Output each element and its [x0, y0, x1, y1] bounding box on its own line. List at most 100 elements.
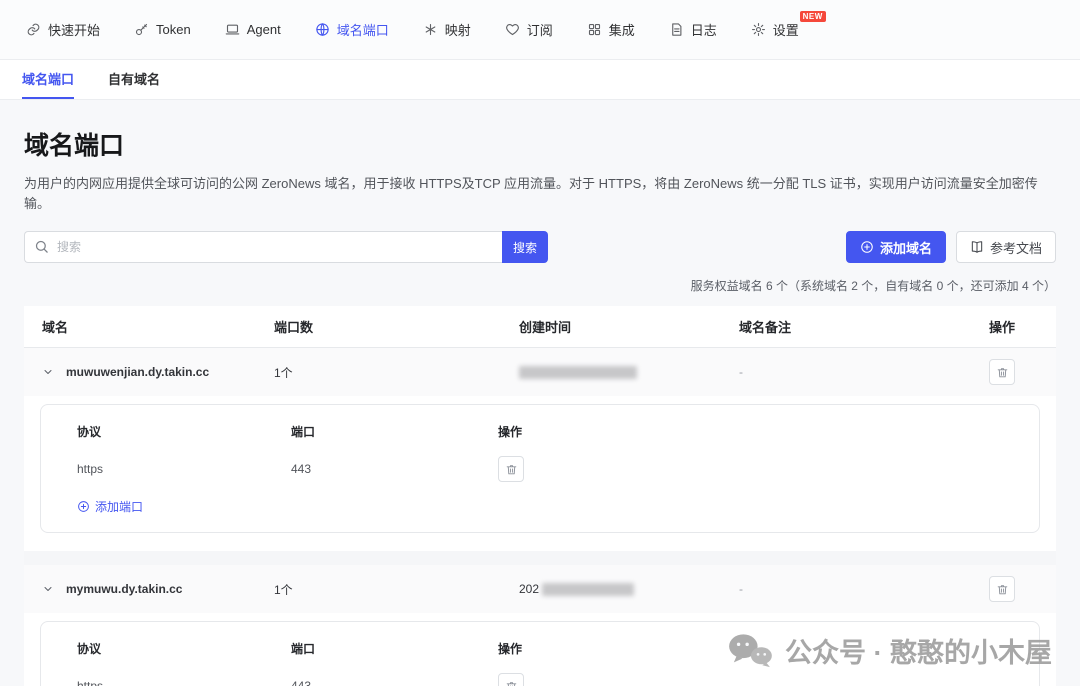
created-time: 202 — [519, 582, 739, 596]
reference-docs-label: 参考文档 — [990, 238, 1042, 257]
add-domain-button[interactable]: 添加域名 — [846, 231, 946, 263]
nav-item-mapping[interactable]: 映射 — [423, 20, 471, 39]
sub-table-row: https 443 — [41, 456, 1039, 482]
mapping-icon — [423, 22, 438, 37]
nav-item-integration[interactable]: 集成 — [587, 20, 635, 39]
nav-label: 设置 — [773, 20, 799, 39]
trash-icon — [505, 680, 518, 686]
nav-item-agent[interactable]: Agent — [225, 22, 281, 37]
nav-item-settings[interactable]: 设置 NEW — [751, 20, 799, 39]
created-time — [519, 365, 739, 379]
nav-label: 快速开始 — [48, 20, 100, 39]
protocol-value: https — [41, 679, 291, 686]
section-divider — [24, 551, 1056, 565]
domain-name: mymuwu.dy.takin.cc — [66, 582, 182, 596]
chevron-down-icon[interactable] — [42, 583, 54, 595]
search-icon — [34, 239, 49, 254]
tab-own-domains[interactable]: 自有域名 — [108, 60, 160, 99]
port-count: 1个 — [274, 581, 519, 598]
sub-tab-bar: 域名端口 自有域名 — [0, 60, 1080, 100]
delete-port-button[interactable] — [498, 673, 524, 686]
port-value: 443 — [291, 462, 498, 476]
search-button[interactable]: 搜索 — [502, 231, 548, 263]
grid-icon — [587, 22, 602, 37]
nav-label: 日志 — [691, 20, 717, 39]
nav-item-quickstart[interactable]: 快速开始 — [26, 20, 100, 39]
chevron-down-icon[interactable] — [42, 366, 54, 378]
page-title: 域名端口 — [24, 126, 1056, 162]
quota-summary: 服务权益域名 6 个（系统域名 2 个，自有域名 0 个，还可添加 4 个） — [24, 277, 1056, 294]
app-window: 快速开始 Token Agent 域名端口 映射 订阅 集成 日志 — [0, 0, 1080, 686]
expanded-detail: 协议 端口 操作 https 443 添加端口 — [24, 613, 1056, 686]
delete-domain-button[interactable] — [989, 359, 1015, 385]
protocol-value: https — [41, 462, 291, 476]
add-domain-label: 添加域名 — [880, 238, 932, 257]
redacted-date — [542, 583, 634, 596]
plus-circle-icon — [860, 240, 874, 254]
header-created: 创建时间 — [519, 317, 739, 336]
nav-item-logs[interactable]: 日志 — [669, 20, 717, 39]
nav-label: 订阅 — [527, 20, 553, 39]
sub-header-actions: 操作 — [498, 640, 1039, 657]
reference-docs-button[interactable]: 参考文档 — [956, 231, 1056, 263]
table-row: mymuwu.dy.takin.cc 1个 202 - — [24, 565, 1056, 613]
header-port-count: 端口数 — [274, 317, 519, 336]
domain-note: - — [739, 582, 989, 596]
book-icon — [970, 240, 984, 254]
sub-header-port: 端口 — [291, 640, 498, 657]
gear-icon — [751, 22, 766, 37]
sub-table-header: 协议 端口 操作 — [41, 640, 1039, 657]
key-icon — [134, 22, 149, 37]
sub-table-row: https 443 — [41, 673, 1039, 686]
table-header-row: 域名 端口数 创建时间 域名备注 操作 — [24, 306, 1056, 348]
search-group: 搜索 — [24, 231, 548, 263]
port-value: 443 — [291, 679, 498, 686]
domain-table: 域名 端口数 创建时间 域名备注 操作 muwuwenjian.dy.takin… — [24, 306, 1056, 686]
sub-header-protocol: 协议 — [41, 640, 291, 657]
table-row: muwuwenjian.dy.takin.cc 1个 - — [24, 348, 1056, 396]
sub-header-protocol: 协议 — [41, 423, 291, 440]
sub-header-actions: 操作 — [498, 423, 1039, 440]
link-icon — [26, 22, 41, 37]
nav-label: 集成 — [609, 20, 635, 39]
nav-label: Agent — [247, 22, 281, 37]
trash-icon — [505, 463, 518, 476]
globe-icon — [315, 22, 330, 37]
delete-domain-button[interactable] — [989, 576, 1015, 602]
nav-label: 域名端口 — [337, 20, 389, 39]
delete-port-button[interactable] — [498, 456, 524, 482]
port-detail-card: 协议 端口 操作 https 443 添加端口 — [40, 621, 1040, 686]
sub-header-port: 端口 — [291, 423, 498, 440]
port-count: 1个 — [274, 364, 519, 381]
plus-circle-icon — [77, 500, 90, 513]
toolbar: 搜索 添加域名 参考文档 — [24, 231, 1056, 263]
trash-icon — [996, 366, 1009, 379]
nav-item-subscription[interactable]: 订阅 — [505, 20, 553, 39]
tab-domain-ports[interactable]: 域名端口 — [22, 60, 74, 99]
expanded-detail: 协议 端口 操作 https 443 添加端口 — [24, 396, 1056, 551]
nav-item-token[interactable]: Token — [134, 22, 191, 37]
header-note: 域名备注 — [739, 317, 989, 336]
nav-item-domain-ports[interactable]: 域名端口 — [315, 20, 389, 39]
main-content: 域名端口 为用户的内网应用提供全球可访问的公网 ZeroNews 域名，用于接收… — [0, 100, 1080, 686]
add-port-label: 添加端口 — [95, 498, 143, 515]
redacted-date — [519, 366, 637, 379]
file-icon — [669, 22, 684, 37]
search-input[interactable] — [24, 231, 502, 263]
new-badge: NEW — [800, 11, 826, 22]
add-port-link[interactable]: 添加端口 — [77, 498, 143, 515]
header-domain: 域名 — [24, 317, 274, 336]
toolbar-actions: 添加域名 参考文档 — [846, 231, 1056, 263]
page-description: 为用户的内网应用提供全球可访问的公网 ZeroNews 域名，用于接收 HTTP… — [24, 174, 1056, 213]
nav-label: 映射 — [445, 20, 471, 39]
heart-icon — [505, 22, 520, 37]
search-box — [24, 231, 502, 263]
nav-label: Token — [156, 22, 191, 37]
port-detail-card: 协议 端口 操作 https 443 添加端口 — [40, 404, 1040, 533]
sub-table-header: 协议 端口 操作 — [41, 423, 1039, 440]
laptop-icon — [225, 22, 240, 37]
top-navigation: 快速开始 Token Agent 域名端口 映射 订阅 集成 日志 — [0, 0, 1080, 60]
trash-icon — [996, 583, 1009, 596]
header-actions: 操作 — [989, 317, 1056, 336]
domain-note: - — [739, 365, 989, 379]
